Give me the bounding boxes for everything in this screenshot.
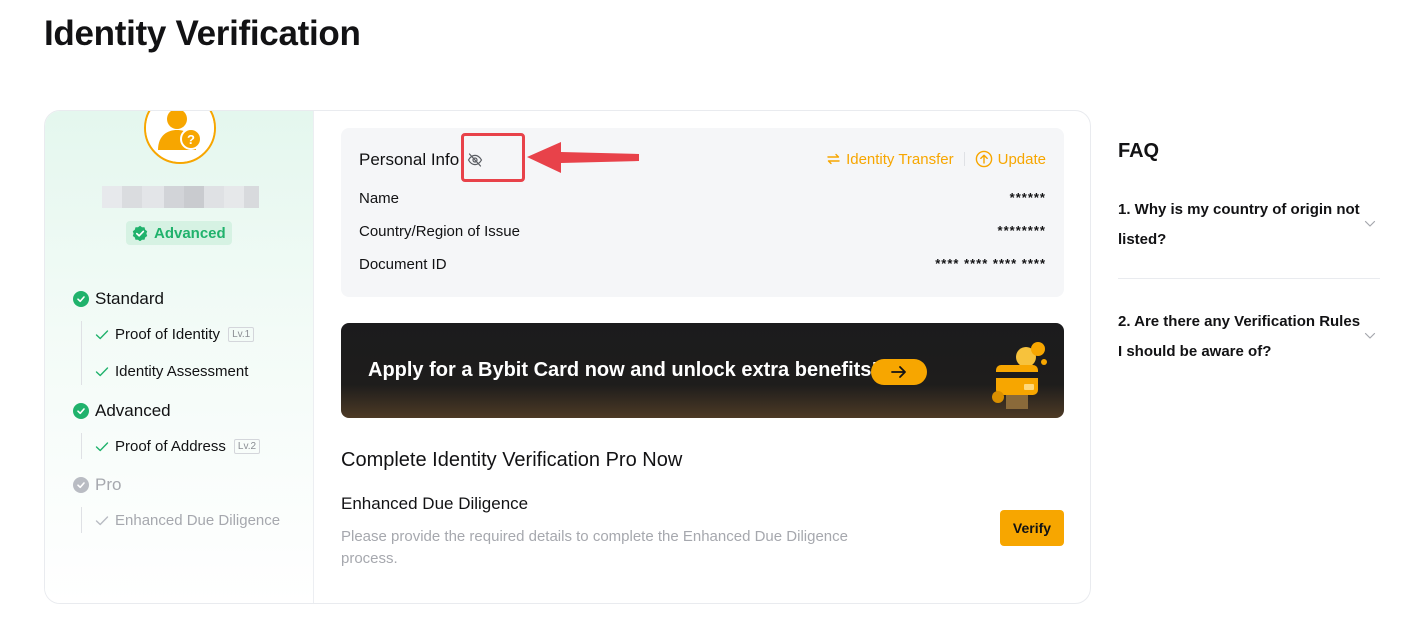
identity-transfer-link[interactable]: Identity Transfer [826,151,954,168]
substep-proof-of-address: Proof of Address Lv.2 [95,438,261,455]
step-label: Pro [95,475,122,494]
info-value: **** **** **** **** [935,256,1046,271]
level-badge-label: Advanced [154,224,226,242]
step-standard: Standard [73,289,164,309]
step-divider [81,507,82,533]
info-label: Name [359,190,400,207]
update-link[interactable]: Update [975,150,1046,168]
banner-arrow-button[interactable] [871,359,927,385]
annotation-arrow-icon [527,140,643,181]
info-label: Country/Region of Issue [359,223,520,240]
step-advanced: Advanced [73,401,171,421]
check-circle-icon [73,477,89,493]
transfer-icon [827,153,840,165]
verification-levels-panel: ? Advanced Standard Proof of Identity Lv… [45,111,314,603]
info-value: ****** [1009,190,1046,205]
personal-info-actions: Identity Transfer Update [826,150,1046,168]
chevron-down-icon [1364,321,1376,351]
page-title: Identity Verification [44,14,361,53]
annotation-highlight-box [461,133,525,182]
faq-question: 2. Are there any Verification Rules I sh… [1118,313,1361,360]
svg-text:?: ? [187,132,195,147]
step-label: Standard [95,289,164,308]
faq-item[interactable]: 1. Why is my country of origin not liste… [1118,195,1380,255]
upload-circle-icon [975,150,992,168]
bybit-card-banner[interactable]: Apply for a Bybit Card now and unlock ex… [341,323,1064,418]
step-divider [81,321,82,385]
level-tag: Lv.1 [228,327,255,342]
info-row-country: Country/Region of Issue ******** [359,223,1046,240]
substep-enhanced-due-diligence: Enhanced Due Diligence [95,512,280,529]
edd-title: Enhanced Due Diligence [341,494,529,513]
info-row-document-id: Document ID **** **** **** **** [359,256,1046,273]
faq-title: FAQ [1118,140,1160,162]
verification-card: ? Advanced Standard Proof of Identity Lv… [44,110,1091,604]
banner-text: Apply for a Bybit Card now and unlock ex… [368,359,879,381]
check-icon [95,366,109,376]
arrow-right-icon [891,366,906,378]
faq-question: 1. Why is my country of origin not liste… [1118,201,1360,248]
verified-badge-icon [132,225,148,241]
personal-info-title: Personal Info [359,150,460,169]
check-icon [95,441,109,451]
verify-button[interactable]: Verify [1000,510,1064,546]
check-circle-icon [73,291,89,307]
personal-info-panel: Personal Info Identity Transfer Update N… [341,128,1064,297]
info-value: ******** [997,223,1046,238]
user-question-icon: ? [144,111,216,164]
faq-divider [1118,278,1380,279]
info-row-name: Name ****** [359,190,1046,207]
edd-description: Please provide the required details to c… [341,528,848,567]
step-label: Advanced [95,401,171,420]
level-tag: Lv.2 [233,439,261,454]
step-divider [81,433,82,459]
substep-proof-of-identity: Proof of Identity Lv.1 [95,326,255,343]
card-coins-icon [986,337,1050,414]
step-pro: Pro [73,475,121,495]
faq-item[interactable]: 2. Are there any Verification Rules I sh… [1118,307,1380,367]
substep-identity-assessment: Identity Assessment [95,363,248,380]
check-circle-icon [73,403,89,419]
info-label: Document ID [359,256,447,273]
level-badge: Advanced [126,221,232,245]
check-icon [95,515,109,525]
check-icon [95,329,109,339]
action-separator [963,152,965,166]
username-blurred [102,186,259,208]
pro-section-heading: Complete Identity Verification Pro Now [341,449,683,471]
chevron-down-icon [1364,209,1376,239]
